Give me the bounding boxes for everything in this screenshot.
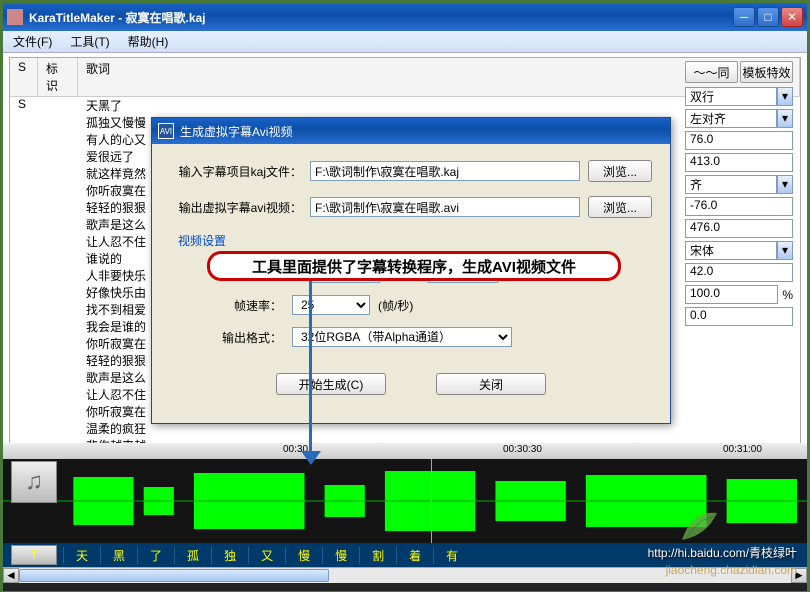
prop-value-3[interactable]: -76.0 (685, 197, 793, 216)
chevron-down-icon[interactable]: ▾ (777, 175, 793, 194)
time-ruler[interactable]: 00:30 00:30:30 00:31:00 (3, 443, 807, 459)
music-note-icon: ♫ (11, 461, 57, 503)
percent-label: % (782, 288, 793, 302)
col-header-s[interactable]: S (10, 58, 38, 96)
watermark-url-1: http://hi.baidu.com/青枝绿叶 (648, 544, 797, 561)
annotation-arrow (309, 281, 312, 453)
align2-select[interactable]: 齐 (685, 175, 777, 194)
annotation-callout: 工具里面提供了字幕转换程序，生成AVI视频文件 (207, 251, 621, 281)
align-select[interactable]: 左对齐 (685, 109, 777, 128)
annotation-arrowhead (301, 451, 321, 465)
properties-panel: ～～同 模板特效 双行 ▾ 左对齐 ▾ 76.0 413.0 齐 ▾ -76.0… (685, 61, 793, 329)
lyric-char-block[interactable]: 黑 (100, 547, 137, 564)
lyric-char-block[interactable]: 着 (396, 547, 433, 564)
format-select[interactable]: 32位RGBA（带Alpha通道） (292, 327, 512, 347)
text-track-icon: T (11, 545, 57, 565)
close-dialog-button[interactable]: 关闭 (436, 373, 546, 395)
leaf-watermark-icon (677, 505, 727, 545)
dialog-icon: AVI (158, 123, 174, 139)
fps-unit-label: (帧/秒) (378, 297, 413, 314)
lyric-char-block[interactable]: 慢 (285, 547, 322, 564)
lyric-char-block[interactable]: 独 (211, 547, 248, 564)
prop-value-2[interactable]: 413.0 (685, 153, 793, 172)
list-item[interactable]: S天黑了 (10, 97, 800, 114)
time-label: 00:30:30 (503, 444, 542, 455)
scrollbar-thumb[interactable] (19, 569, 329, 582)
lyric-char-block[interactable]: 割 (359, 547, 396, 564)
browse-avi-button[interactable]: 浏览... (588, 196, 652, 218)
lyric-char-block[interactable]: 有 (433, 547, 470, 564)
fps-label: 帧速率： (170, 297, 282, 314)
watermark-url-2: jiaocheng.chazidian.com (666, 563, 797, 577)
lyric-char-block[interactable]: 慢 (322, 547, 359, 564)
panel-tab-template[interactable]: 模板特效 (740, 61, 793, 83)
format-label: 输出格式： (170, 329, 282, 346)
lyric-char-block[interactable]: 了 (137, 547, 174, 564)
list-header: S 标识 歌词 (10, 58, 800, 97)
prop-value-6[interactable]: 100.0 (685, 285, 778, 304)
playhead[interactable] (431, 459, 432, 543)
prop-value-4[interactable]: 476.0 (685, 219, 793, 238)
input-kaj-label: 输入字幕项目kaj文件： (170, 163, 302, 180)
lyric-char-block[interactable]: 又 (248, 547, 285, 564)
menu-help[interactable]: 帮助(H) (124, 31, 173, 52)
lyric-char-block[interactable]: 孤 (174, 547, 211, 564)
panel-tab-attr[interactable]: ～～同 (685, 61, 738, 83)
close-button[interactable]: ✕ (781, 7, 803, 27)
fps-select[interactable]: 25 (292, 295, 370, 315)
chevron-down-icon[interactable]: ▾ (777, 87, 793, 106)
dialog-title: 生成虚拟字幕Avi视频 (180, 123, 292, 140)
maximize-button[interactable]: □ (757, 7, 779, 27)
col-header-tag[interactable]: 标识 (38, 58, 78, 96)
app-icon (7, 9, 23, 25)
prop-value-7[interactable]: 0.0 (685, 307, 793, 326)
dialog-titlebar[interactable]: AVI 生成虚拟字幕Avi视频 (152, 118, 670, 144)
output-avi-field[interactable] (310, 197, 580, 217)
output-avi-label: 输出虚拟字幕avi视频： (170, 199, 302, 216)
font-select[interactable]: 宋体 (685, 241, 777, 260)
input-kaj-field[interactable] (310, 161, 580, 181)
minimize-button[interactable]: ─ (733, 7, 755, 27)
line-mode-select[interactable]: 双行 (685, 87, 777, 106)
chevron-down-icon[interactable]: ▾ (777, 109, 793, 128)
generate-button[interactable]: 开始生成(C) (276, 373, 386, 395)
menu-file[interactable]: 文件(F) (9, 31, 56, 52)
browse-kaj-button[interactable]: 浏览... (588, 160, 652, 182)
lyric-char-block[interactable]: 天 (63, 547, 100, 564)
time-label: 00:31:00 (723, 444, 762, 455)
menu-bar: 文件(F) 工具(T) 帮助(H) (3, 31, 807, 53)
menu-tools[interactable]: 工具(T) (66, 31, 113, 52)
scroll-left-button[interactable]: ◄ (3, 568, 19, 583)
chevron-down-icon[interactable]: ▾ (777, 241, 793, 260)
prop-value-5[interactable]: 42.0 (685, 263, 793, 282)
video-settings-label: 视频设置 (178, 232, 652, 249)
window-title: KaraTitleMaker - 寂寞在唱歌.kaj (29, 9, 733, 26)
window-titlebar: KaraTitleMaker - 寂寞在唱歌.kaj ─ □ ✕ (3, 3, 807, 31)
prop-value-1[interactable]: 76.0 (685, 131, 793, 150)
